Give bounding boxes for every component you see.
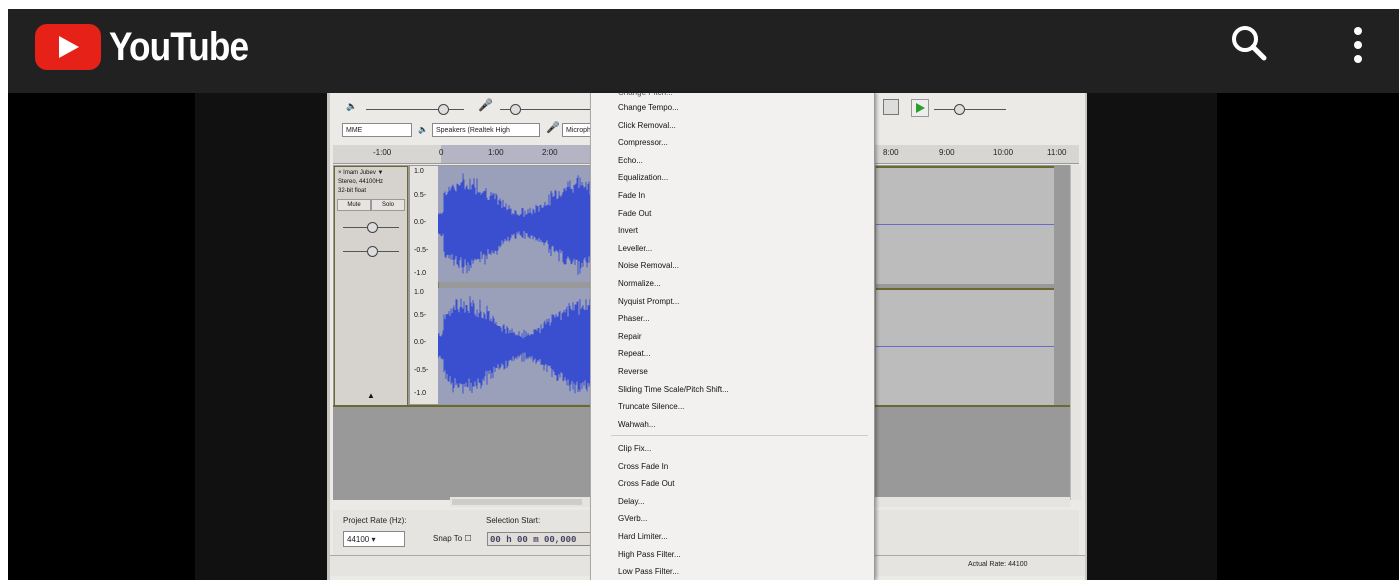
menu-item[interactable]: High Pass Filter... — [618, 550, 681, 560]
output-device-select[interactable]: Speakers (Realtek High — [432, 123, 540, 137]
collapse-track-icon[interactable]: ▲ — [367, 391, 375, 400]
menu-item[interactable]: Compressor... — [618, 138, 668, 148]
ruler-tick: 0 — [439, 148, 444, 157]
play-speed-knob[interactable] — [954, 104, 965, 115]
menu-item[interactable]: Click Removal... — [618, 121, 676, 131]
menu-item[interactable]: Cross Fade In — [618, 462, 668, 472]
amplitude-scale: 1.0 0.5- 0.0- -0.5- -1.0 1.0 0.5- 0.0- -… — [410, 166, 439, 404]
waveform-right-channel[interactable] — [438, 288, 593, 404]
menu-item[interactable]: Echo... — [618, 156, 643, 166]
track-control-panel[interactable]: × Imam Jubev ▼ Stereo, 44100Hz 32-bit fl… — [334, 166, 408, 406]
speaker-icon: 🔈 — [418, 125, 428, 134]
scale-label: -1.0 — [414, 270, 427, 277]
menu-item[interactable]: GVerb... — [618, 514, 647, 524]
scale-label: -0.5- — [414, 247, 429, 254]
snap-to-checkbox[interactable]: Snap To ☐ — [433, 534, 472, 543]
scale-label: 1.0 — [414, 289, 424, 296]
ruler-tick: 2:00 — [542, 148, 558, 157]
scale-label: 1.0 — [414, 168, 424, 175]
ruler-tick: 9:00 — [939, 148, 955, 157]
zoom-tool-icon[interactable] — [883, 99, 899, 115]
selection-start-field[interactable]: 00 h 00 m 00,000 — [487, 532, 597, 546]
menu-item[interactable]: Invert — [618, 226, 638, 236]
effect-menu: Change Pitch... Change Tempo... Click Rem… — [590, 93, 875, 580]
scale-label: 0.0- — [414, 339, 427, 346]
playback-volume-knob[interactable] — [438, 104, 449, 115]
track-right-portion-bottom[interactable] — [876, 288, 1054, 406]
scale-label: 0.5- — [414, 192, 427, 199]
menu-item[interactable]: Cross Fade Out — [618, 479, 674, 489]
track-bits: 32-bit float — [338, 188, 367, 194]
mute-button[interactable]: Mute — [337, 199, 371, 211]
ruler-tick: 10:00 — [993, 148, 1014, 157]
speaker-icon: 🔈 — [346, 101, 358, 111]
youtube-top-bar: YouTube — [8, 9, 1399, 93]
scale-label: 0.5- — [414, 312, 427, 319]
ruler-tick: 8:00 — [883, 148, 899, 157]
play-speed-slider[interactable] — [934, 109, 1006, 110]
play-at-speed-button[interactable] — [911, 99, 929, 117]
menu-item[interactable]: Noise Removal... — [618, 261, 679, 271]
menu-item-cutoff: Change Pitch... — [618, 93, 673, 97]
search-icon[interactable] — [1228, 23, 1272, 67]
menu-item[interactable]: Phaser... — [618, 314, 650, 324]
youtube-play-icon — [35, 24, 101, 70]
menu-item[interactable]: Wahwah... — [618, 420, 656, 430]
menu-item[interactable]: Sliding Time Scale/Pitch Shift... — [618, 385, 729, 395]
recording-volume-knob[interactable] — [510, 104, 521, 115]
menu-item[interactable]: Equalization... — [618, 173, 668, 183]
pan-knob[interactable] — [367, 246, 378, 257]
menu-item[interactable]: Fade Out — [618, 209, 651, 219]
menu-item[interactable]: Leveller... — [618, 244, 652, 254]
microphone-icon: 🎤 — [546, 122, 560, 134]
more-vert-icon[interactable] — [1344, 23, 1372, 69]
waveform-left-channel[interactable] — [438, 166, 593, 282]
solo-button[interactable]: Solo — [371, 199, 405, 211]
scale-label: -0.5- — [414, 367, 429, 374]
actual-rate-text: Actual Rate: 44100 — [968, 561, 1028, 568]
menu-separator — [611, 435, 868, 436]
menu-item[interactable]: Clip Fix... — [618, 444, 651, 454]
microphone-icon: 🎤 — [478, 98, 493, 112]
audio-host-select[interactable]: MME — [342, 123, 412, 137]
menu-item[interactable]: Low Pass Filter... — [618, 567, 679, 577]
track-right-portion-top[interactable] — [876, 166, 1054, 284]
selection-start-label: Selection Start: — [486, 516, 541, 525]
project-rate-label: Project Rate (Hz): — [343, 516, 407, 525]
menu-item[interactable]: Repair — [618, 332, 642, 342]
menu-item[interactable]: Reverse — [618, 367, 648, 377]
menu-item[interactable]: Truncate Silence... — [618, 402, 684, 412]
vertical-scrollbar[interactable] — [1070, 165, 1081, 500]
menu-item[interactable]: Fade In — [618, 191, 645, 201]
menu-item[interactable]: Delay... — [618, 497, 645, 507]
youtube-wordmark: YouTube — [109, 25, 249, 69]
ruler-tick: 1:00 — [488, 148, 504, 157]
track-name-menu[interactable]: × Imam Jubev ▼ — [338, 169, 383, 178]
ruler-selection — [441, 145, 596, 163]
youtube-logo[interactable]: YouTube — [35, 24, 249, 76]
menu-item[interactable]: Nyquist Prompt... — [618, 297, 679, 307]
ruler-tick: 11:00 — [1047, 148, 1067, 157]
menu-item[interactable]: Normalize... — [618, 279, 661, 289]
project-rate-select[interactable]: 44100 ▾ — [343, 531, 405, 547]
scale-label: -1.0 — [414, 390, 427, 397]
ruler-tick: -1:00 — [373, 148, 392, 157]
gain-knob[interactable] — [367, 222, 378, 233]
menu-item[interactable]: Repeat... — [618, 349, 650, 359]
track-format: Stereo, 44100Hz — [338, 179, 384, 185]
menu-item[interactable]: Hard Limiter... — [618, 532, 668, 542]
playback-volume-slider[interactable] — [366, 109, 464, 110]
menu-item[interactable]: Change Tempo... — [618, 103, 679, 113]
scale-label: 0.0- — [414, 219, 427, 226]
